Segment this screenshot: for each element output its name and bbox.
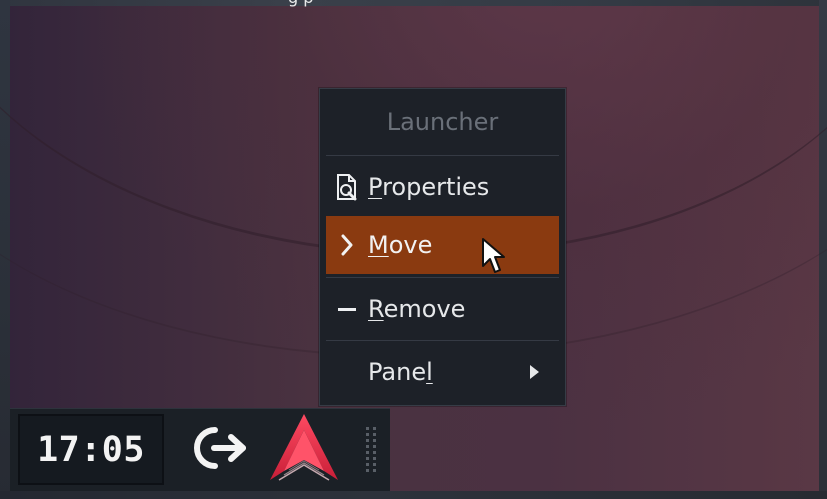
remove-label: Remove — [368, 295, 466, 323]
grip-dot — [373, 463, 376, 466]
launcher-app-icon — [266, 410, 342, 490]
logout-icon — [184, 419, 252, 481]
remove-menu-item[interactable]: Remove — [326, 280, 559, 338]
top-overflow-text: g p — [288, 0, 313, 7]
panel-label: Panel — [368, 358, 433, 386]
grip-dot — [373, 433, 376, 436]
grip-dot — [366, 439, 369, 442]
desktop: g p Launcher Properties — [0, 0, 827, 499]
bottom-panel: 17:05 — [10, 408, 390, 491]
minus-icon — [326, 280, 368, 338]
submenu-arrow-icon — [530, 365, 539, 379]
menu-separator — [326, 340, 559, 341]
launcher-button[interactable] — [268, 414, 340, 483]
document-properties-icon — [326, 158, 368, 216]
grip-dot — [373, 451, 376, 454]
menu-separator — [326, 277, 559, 278]
logout-button[interactable] — [182, 417, 254, 483]
menu-title: Launcher — [386, 108, 499, 136]
menu-separator — [326, 155, 559, 156]
clock[interactable]: 17:05 — [18, 414, 164, 485]
properties-label: Properties — [368, 173, 490, 201]
grip-dot — [366, 445, 369, 448]
grip-dot — [366, 469, 369, 472]
grip-dot — [373, 457, 376, 460]
empty-icon-slot — [326, 343, 368, 401]
grip-dot — [366, 427, 369, 430]
properties-menu-item[interactable]: Properties — [326, 158, 559, 216]
grip-dot — [366, 433, 369, 436]
launcher-context-menu: Launcher Properties Move Remove Panel — [319, 88, 566, 406]
move-menu-item[interactable]: Move — [326, 216, 559, 274]
grip-dot — [373, 469, 376, 472]
grip-dot — [373, 439, 376, 442]
grip-dot — [373, 427, 376, 430]
panel-drag-handle[interactable] — [366, 427, 376, 477]
panel-menu-item[interactable]: Panel — [326, 343, 559, 401]
grip-dot — [373, 445, 376, 448]
grip-dot — [366, 463, 369, 466]
grip-dot — [366, 451, 369, 454]
move-label: Move — [368, 231, 433, 259]
screen-bottom-strip — [0, 491, 827, 499]
chevron-right-icon — [326, 216, 368, 274]
grip-dot — [366, 457, 369, 460]
